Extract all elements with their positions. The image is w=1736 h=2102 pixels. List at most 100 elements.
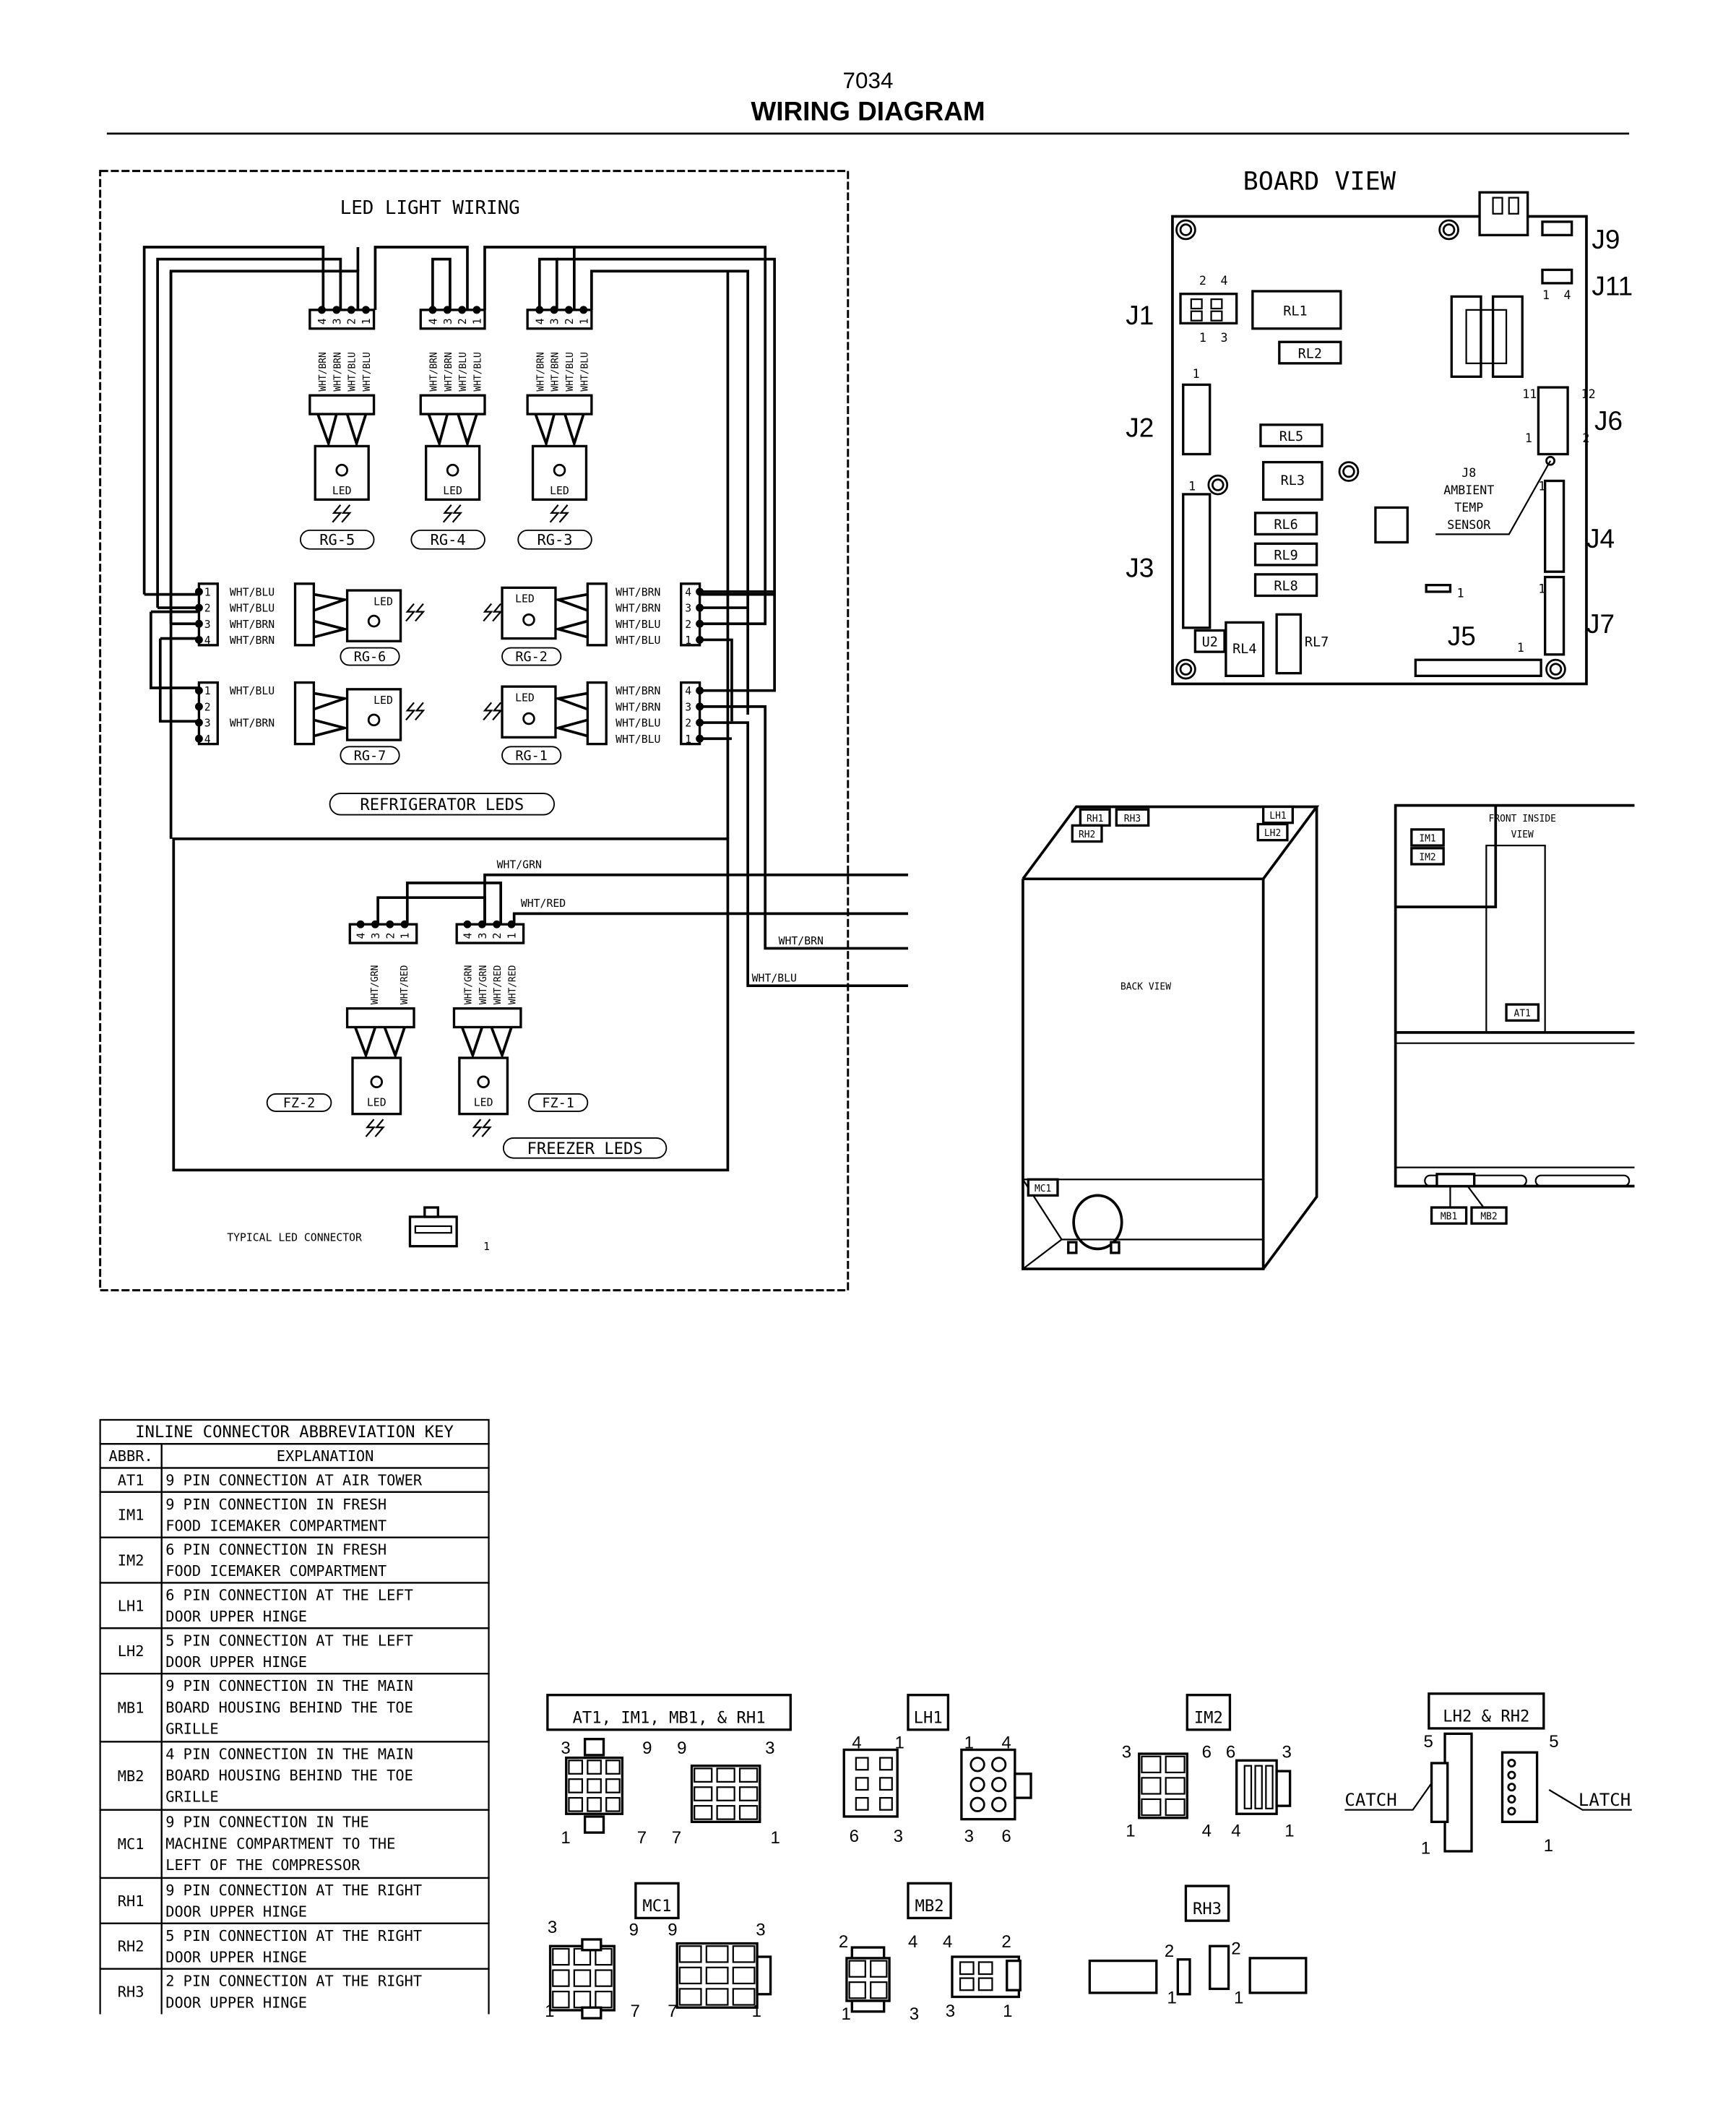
pin-number: 2 — [491, 933, 504, 939]
pin-number: 6 — [1202, 1743, 1212, 1762]
wire-color-label: WHT/BLU — [458, 352, 469, 391]
lead — [553, 619, 588, 639]
wire-color-label: WHT/RED — [521, 897, 566, 910]
board-view-title: BOARD VIEW — [1243, 167, 1396, 197]
pin-number: 4 — [685, 685, 691, 697]
pin-number: 1 — [400, 933, 412, 939]
led-connector — [293, 582, 316, 647]
ray — [483, 603, 493, 622]
led-label: LED — [332, 485, 352, 497]
latch — [1275, 1770, 1292, 1807]
wire-color-label: WHT/BRN — [616, 603, 660, 615]
wire-color-label: WHT/GRN — [497, 859, 542, 871]
pin-number: 1 — [894, 1733, 904, 1753]
pin-number: 3 — [910, 2004, 919, 2024]
right-led-rg-2: 4 3 2 1 WHT/BRN WHT/BRN WHT/BLU WHT/BLU LED RG-2 — [483, 582, 704, 666]
ray — [472, 1119, 483, 1137]
latch — [581, 2006, 603, 2020]
lead — [313, 692, 350, 711]
pin-number: 9 — [642, 1739, 652, 1758]
j4-header — [1544, 479, 1566, 573]
explanation-text: MACHINE COMPARTMENT TO THE — [165, 1835, 395, 1852]
wire — [590, 270, 749, 715]
ray — [415, 702, 426, 721]
table-title: INLINE CONNECTOR ABBREVIATION KEY — [135, 1423, 454, 1442]
relay-label: RL1 — [1283, 303, 1307, 319]
ray — [341, 504, 352, 523]
connector-view-label: MB2 — [915, 1897, 944, 1916]
led-label: LED — [515, 692, 535, 704]
wire — [376, 896, 486, 925]
relay-label: RL3 — [1281, 473, 1305, 488]
pin-number: 3 — [685, 603, 691, 615]
connector-grid — [845, 1957, 891, 2002]
explanation-text: FOOD ICEMAKER COMPARTMENT — [165, 1517, 387, 1534]
ray — [452, 504, 463, 523]
wire-junction-dot — [356, 920, 365, 929]
pin-number: 3 — [442, 318, 454, 324]
connector-body — [408, 1215, 458, 1248]
latch — [756, 1955, 772, 1996]
table-row: RH2 5 PIN CONNECTION AT THE RIGHT DOOR UPP… — [99, 1922, 490, 1970]
abbr-value: MB1 — [118, 1700, 144, 1717]
pin-number: 5 — [1423, 1732, 1433, 1752]
connector-view-label: RH3 — [1193, 1900, 1222, 1918]
wire-color-label: WHT/BRN — [428, 352, 439, 391]
inline-connector-label: AT1 — [1514, 1009, 1531, 1020]
pin-number: 4 — [908, 1932, 917, 1952]
housing — [548, 1944, 616, 2012]
table-row: MB1 9 PIN CONNECTION IN THE MAIN BOARD HOU… — [99, 1673, 490, 1743]
pin-number: 4 — [462, 933, 475, 939]
led-connector — [586, 582, 608, 647]
wire-color-label: WHT/BRN — [616, 685, 660, 697]
explanation-text: 9 PIN CONNECTION AT AIR TOWER — [165, 1472, 423, 1489]
mounting-hole-inner — [1179, 663, 1193, 676]
pin-number: 4 — [1001, 1733, 1011, 1753]
pin-number: 4 — [943, 1932, 952, 1952]
mounting-hole — [1545, 658, 1566, 680]
abbreviation-key-table: INLINE CONNECTOR ABBREVIATION KEY ABBR. EX… — [99, 1418, 490, 2015]
pin-number: 4 — [316, 318, 329, 324]
inline-connector-label: IM2 — [1419, 852, 1435, 863]
connector-grid — [1138, 1752, 1188, 1819]
column-header-explanation: EXPLANATION — [277, 1447, 374, 1465]
ray — [332, 504, 342, 523]
pin-number: 1 — [752, 2002, 761, 2021]
ray — [365, 1119, 376, 1137]
pin-number: 1 — [1517, 641, 1524, 655]
catch-label: CATCH — [1344, 1790, 1396, 1810]
abbr-value: RH1 — [118, 1892, 144, 1910]
relay-label: RL7 — [1305, 635, 1329, 650]
table-row: MB2 4 PIN CONNECTION IN THE MAIN BOARD HOU… — [99, 1741, 490, 1811]
wire — [483, 246, 576, 310]
lead — [313, 619, 350, 639]
mounting-hole-inner — [1212, 478, 1225, 491]
connector-label-j6: J6 — [1594, 406, 1623, 436]
led-id-badge: FZ-1 — [542, 1096, 574, 1111]
front-view-label: VIEW — [1511, 830, 1534, 840]
table-row: LH2 5 PIN CONNECTION AT THE LEFT DOOR UPPE… — [99, 1627, 490, 1675]
abbr-value: IM2 — [118, 1551, 144, 1569]
catch — [1430, 1762, 1449, 1823]
explanation-text: 9 PIN CONNECTION IN THE — [165, 1814, 369, 1831]
sensor-label: TEMP — [1454, 501, 1483, 514]
pin-number: 4 — [852, 1733, 861, 1753]
wire — [699, 705, 908, 950]
mb-connector-block — [1435, 1173, 1476, 1188]
pin-number: 1 — [1199, 331, 1206, 345]
led-connector — [526, 394, 593, 415]
front-inside-view: FRONT INSIDE VIEW IM1 IM2 AT1 MB1 MB2 — [1394, 804, 1635, 1225]
right-led-rg-1: 4 3 2 1 WHT/BRN WHT/BRN WHT/BLU WHT/BLU LED RG-1 — [483, 681, 704, 765]
column-header-abbr: ABBR. — [109, 1447, 153, 1465]
connector-grid — [548, 1944, 616, 2012]
ray — [374, 1119, 385, 1137]
pin-number: 3 — [1282, 1743, 1292, 1762]
rh3-housing — [1088, 1959, 1158, 1994]
pin-number: 2 — [839, 1932, 848, 1952]
pin-number: 4 — [534, 318, 546, 324]
mounting-hole-inner — [1179, 223, 1193, 236]
pin-number: 1 — [685, 733, 691, 746]
led-label: LED — [373, 595, 393, 608]
pin-number: 7 — [668, 2002, 677, 2021]
pin-number: 9 — [668, 1920, 677, 1939]
